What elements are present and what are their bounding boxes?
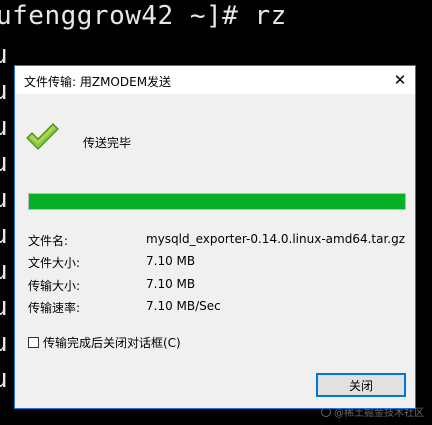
auto-close-checkbox[interactable]	[28, 337, 39, 348]
terminal-line: u	[0, 150, 8, 176]
file-size-label: 文件大小:	[28, 256, 81, 270]
auto-close-option[interactable]: 传输完成后关闭对话框(C)	[28, 334, 181, 351]
terminal-line: u	[0, 42, 8, 68]
transfer-rate-value: 7.10 MB/Sec	[146, 299, 221, 313]
file-name-value: mysqld_exporter-0.14.0.linux-amd64.tar.g…	[146, 232, 406, 246]
terminal-line: u	[0, 366, 8, 392]
close-button[interactable]: 关闭	[316, 373, 406, 397]
terminal-prompt-line: ufenggrow42 ~]# rz	[0, 1, 287, 31]
file-transfer-dialog: 文件传输: 用ZMODEM发送 ✕ 传送完毕 文件名: mysqld_expor…	[14, 65, 416, 409]
terminal-line: u	[0, 258, 8, 284]
transfer-rate-label: 传输速率:	[28, 301, 81, 315]
transferred-size-label: 传输大小:	[28, 279, 81, 293]
dialog-title: 文件传输: 用ZMODEM发送	[24, 75, 172, 89]
terminal-line: u	[0, 294, 8, 320]
terminal-line: u	[0, 330, 8, 356]
checkmark-icon	[26, 123, 59, 150]
progress-bar-fill	[29, 194, 405, 209]
auto-close-label: 传输完成后关闭对话框(C)	[43, 336, 181, 350]
transferred-size-value: 7.10 MB	[146, 277, 196, 291]
dialog-titlebar[interactable]: 文件传输: 用ZMODEM发送 ✕	[15, 66, 415, 94]
progress-bar	[28, 193, 406, 210]
transfer-status-text: 传送完毕	[83, 136, 132, 150]
close-icon[interactable]: ✕	[385, 66, 415, 94]
terminal-line: u	[0, 186, 8, 212]
terminal-line: u	[0, 114, 8, 140]
terminal-line: u	[0, 78, 8, 104]
dialog-content: 传送完毕 文件名: mysqld_exporter-0.14.0.linux-a…	[15, 94, 415, 408]
file-name-label: 文件名:	[28, 234, 69, 248]
terminal-line: u	[0, 222, 8, 248]
file-size-value: 7.10 MB	[146, 254, 196, 268]
